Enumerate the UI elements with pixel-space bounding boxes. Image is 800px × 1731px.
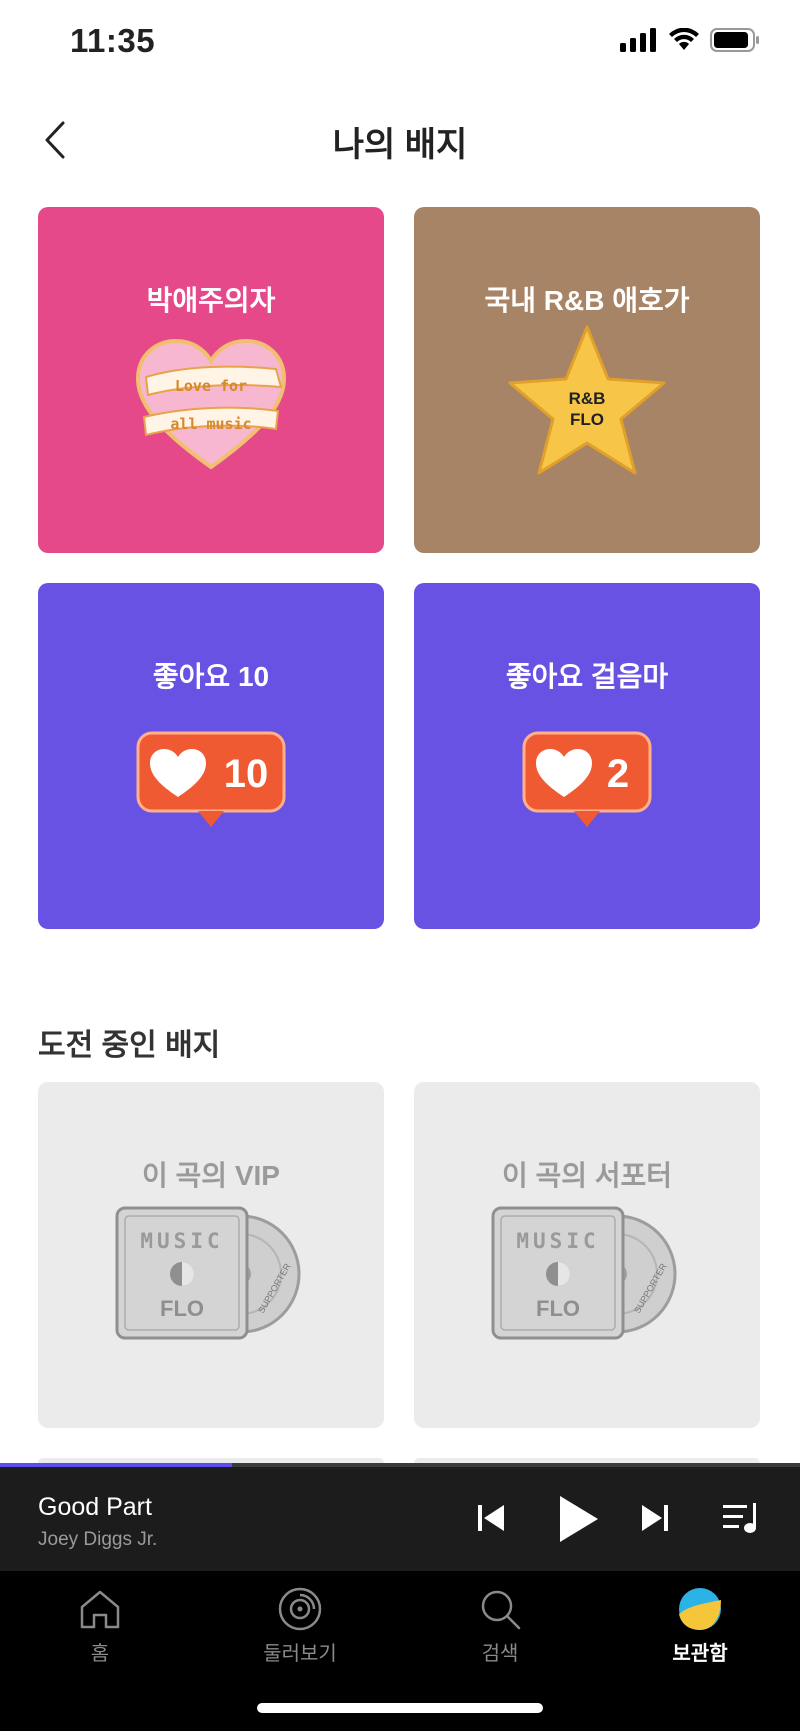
signal-icon xyxy=(620,28,656,52)
home-indicator xyxy=(257,1703,543,1713)
badge-title: 좋아요 10 xyxy=(152,661,270,692)
skip-next-icon xyxy=(642,1505,668,1531)
badge-card-rnb-lover[interactable]: 국내 R&B 애호가 R&B FLO xyxy=(414,207,760,553)
like-bubble-icon: 2 xyxy=(522,731,652,827)
heart-pin-text-1: Love for xyxy=(175,377,247,395)
badge-card-song-vip[interactable]: 이 곡의 VIP SUPPORTER MUSIC FLO xyxy=(38,1082,384,1428)
badge-card-song-supporter[interactable]: 이 곡의 서포터 SUPPORTER MUSIC FLO xyxy=(414,1082,760,1428)
star-pin-text-1: R&B xyxy=(569,389,606,408)
album-pin-icon: SUPPORTER MUSIC FLO xyxy=(491,1206,677,1340)
tab-library[interactable]: 보관함 xyxy=(600,1583,800,1666)
heart-pin-text-2: all music xyxy=(170,415,251,433)
badge-title: 이 곡의 VIP xyxy=(142,1160,280,1191)
badge-title: 이 곡의 서포터 xyxy=(501,1160,673,1191)
tab-browse[interactable]: 둘러보기 xyxy=(200,1583,400,1666)
badge-title: 박애주의자 xyxy=(146,285,276,316)
section-title: 도전 중인 배지 xyxy=(38,1029,221,1062)
playlist-button[interactable] xyxy=(718,1497,764,1539)
tab-label: 홈 xyxy=(90,1643,110,1665)
heart-pin-icon: Love for all music xyxy=(135,338,287,470)
play-button[interactable] xyxy=(550,1489,606,1549)
skip-previous-icon xyxy=(478,1505,504,1531)
badge-card-philanthropist[interactable]: 박애주의자 Love for all music xyxy=(38,207,384,553)
tab-home[interactable]: 홈 xyxy=(0,1583,200,1666)
battery-icon xyxy=(710,28,759,52)
playlist-icon xyxy=(723,1503,756,1533)
tab-label: 둘러보기 xyxy=(263,1643,337,1665)
album-word: MUSIC xyxy=(140,1229,223,1253)
page-title: 나의 배지 xyxy=(332,126,468,164)
mini-player[interactable]: Good Part Joey Diggs Jr. xyxy=(0,1467,800,1571)
badge-title: 국내 R&B 애호가 xyxy=(484,285,690,316)
tab-search[interactable]: 검색 xyxy=(400,1583,600,1666)
library-avatar-icon xyxy=(679,1588,721,1630)
search-icon xyxy=(481,1590,521,1630)
play-icon xyxy=(560,1496,598,1542)
tab-label: 보관함 xyxy=(672,1643,728,1665)
status-time: 11:35 xyxy=(70,22,156,59)
star-pin-icon: R&B FLO xyxy=(508,325,666,475)
album-word: MUSIC xyxy=(516,1229,599,1253)
album-logo: FLO xyxy=(160,1296,204,1321)
wifi-icon xyxy=(669,28,699,50)
badge-card-likes-10[interactable]: 좋아요 10 10 xyxy=(38,583,384,929)
badge-title: 좋아요 걸음마 xyxy=(505,661,669,692)
album-logo: FLO xyxy=(536,1296,580,1321)
status-bar: 11:35 xyxy=(0,0,800,90)
song-title: Good Part xyxy=(38,1493,152,1521)
album-pin-icon: SUPPORTER MUSIC FLO xyxy=(115,1206,301,1340)
star-pin-text-2: FLO xyxy=(570,410,604,429)
badge-card-likes-first-steps[interactable]: 좋아요 걸음마 2 xyxy=(414,583,760,929)
like-count: 10 xyxy=(224,752,269,796)
next-button[interactable] xyxy=(634,1497,676,1539)
previous-button[interactable] xyxy=(470,1497,512,1539)
song-artist: Joey Diggs Jr. xyxy=(38,1529,158,1550)
home-icon xyxy=(80,1590,120,1629)
header: 나의 배지 xyxy=(0,95,800,185)
tab-label: 검색 xyxy=(481,1643,519,1665)
like-bubble-icon: 10 xyxy=(136,731,286,827)
disc-icon xyxy=(278,1587,322,1631)
like-count: 2 xyxy=(607,752,629,796)
